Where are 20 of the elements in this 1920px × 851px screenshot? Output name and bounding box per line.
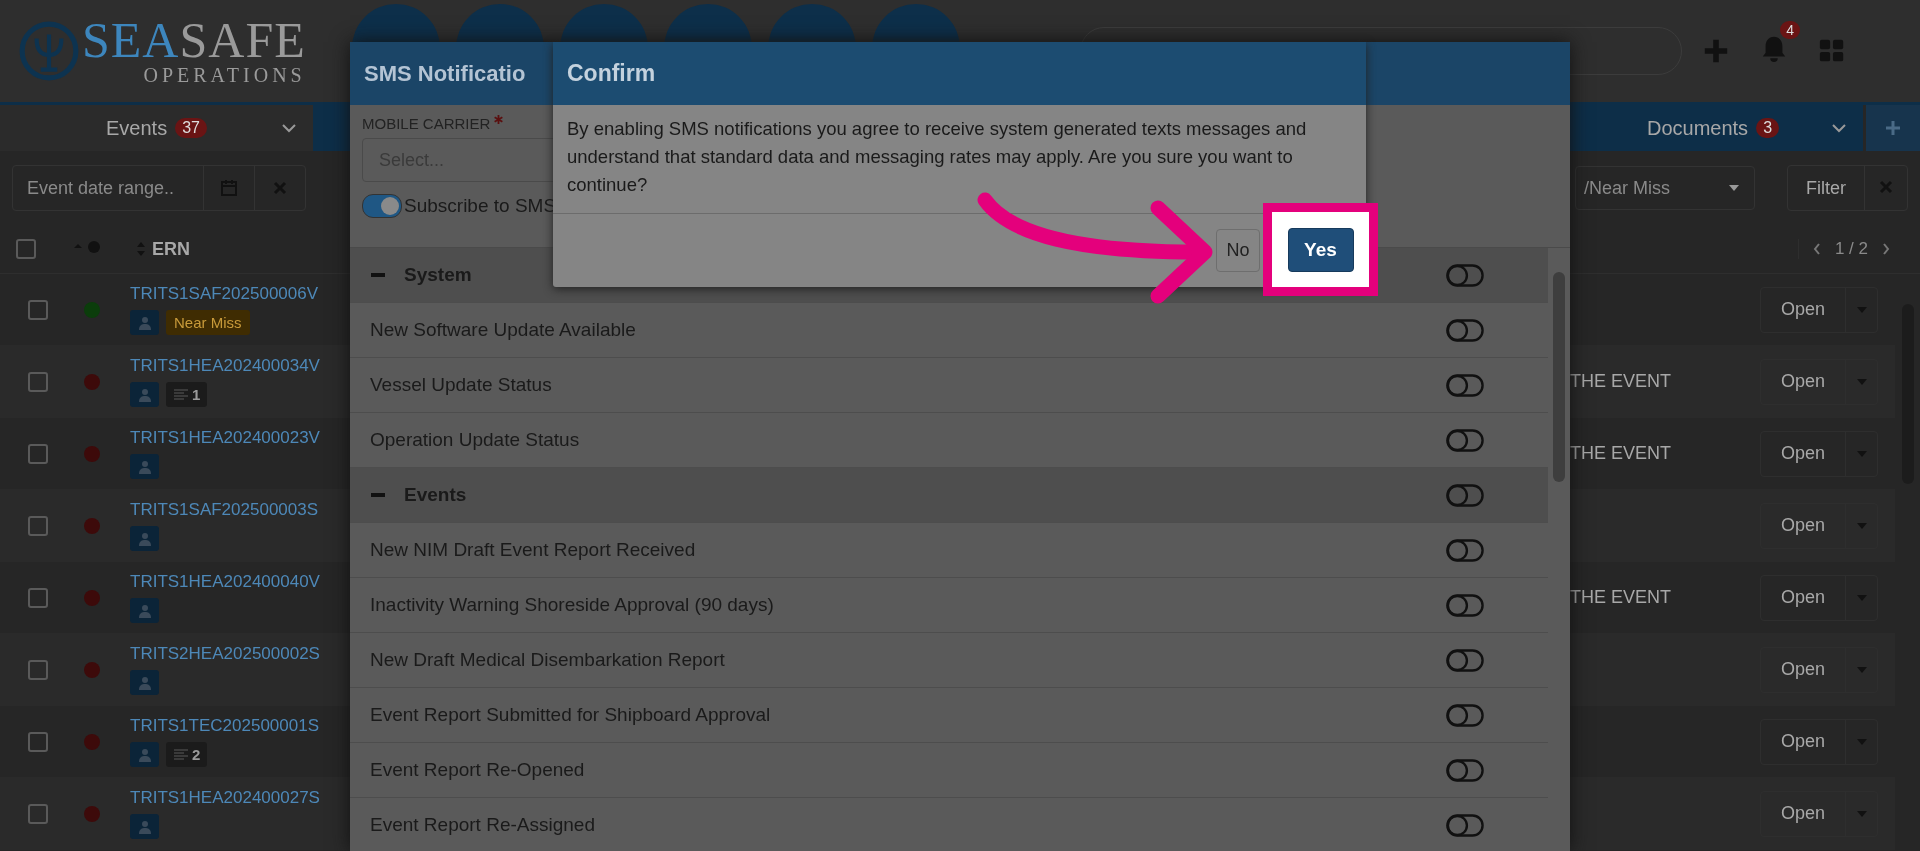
near-miss-tag: Near Miss [166, 310, 250, 335]
table-cell: THE EVENT [1570, 443, 1671, 463]
notification-option: Event Report Re-Assigned [370, 814, 595, 836]
notification-option: Event Report Re-Opened [370, 759, 585, 781]
notification-option: New Draft Medical Disembarkation Report [370, 649, 725, 671]
table-cell: THE EVENT [1570, 587, 1671, 607]
notification-option: New NIM Draft Event Report Received [370, 539, 696, 561]
notification-badge: 4 [1780, 21, 1800, 39]
dialog-title: Confirm [567, 60, 656, 87]
notification-option: Inactivity Warning Shoreside Approval (90 days) [370, 594, 774, 616]
notification-option: Vessel Update Status [370, 374, 552, 396]
field-label: MOBILE CARRIER [362, 115, 491, 132]
count-tag: 2 [166, 742, 208, 767]
dialog-title: SMS Notificatio [364, 60, 526, 87]
count-tag: 1 [166, 382, 208, 407]
notification-option: New Software Update Available [370, 319, 636, 341]
notification-option: Operation Update Status [370, 429, 580, 451]
table-cell: THE EVENT [1570, 371, 1671, 391]
notification-option: Event Report Submitted for Shipboard Approval [370, 704, 771, 726]
pagination: 1 / 2 [1797, 239, 1890, 259]
